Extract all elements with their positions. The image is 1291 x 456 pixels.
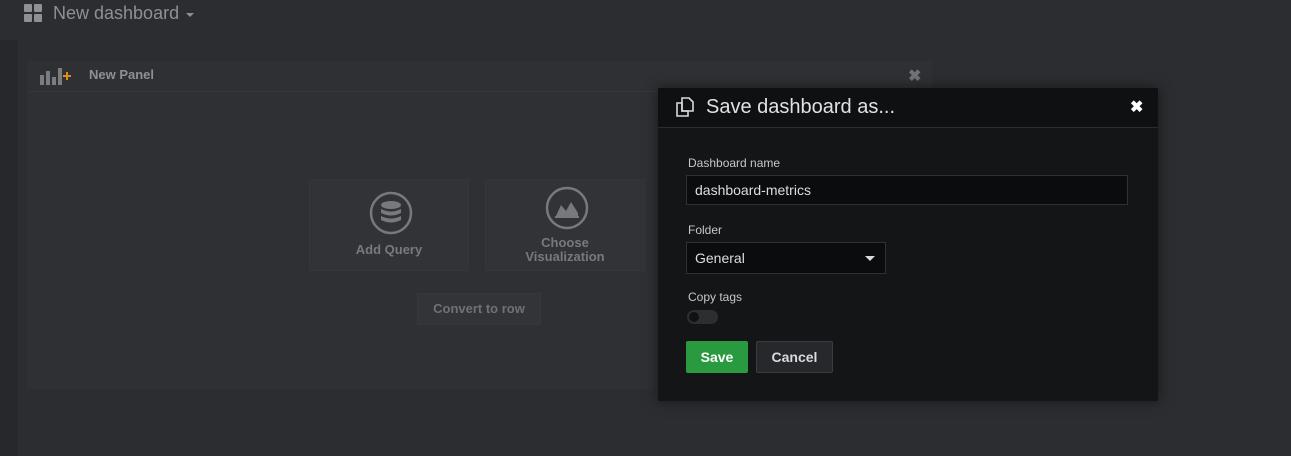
panel-title[interactable]: New Panel — [89, 67, 154, 82]
choose-visualization-label-line1: Choose — [541, 235, 589, 250]
copy-tags-label: Copy tags — [688, 290, 743, 304]
left-edge — [0, 0, 18, 456]
panel-add-icon — [40, 68, 71, 85]
copy-icon — [676, 97, 694, 117]
convert-to-row-button[interactable]: Convert to row — [417, 293, 541, 325]
add-query-button[interactable]: Add Query — [309, 179, 469, 271]
dashboard-name-label: Dashboard name — [688, 156, 781, 170]
choose-visualization-button[interactable]: Choose Visualization — [485, 179, 645, 271]
cancel-button[interactable]: Cancel — [756, 341, 833, 373]
toggle-knob — [689, 312, 699, 322]
modal-title: Save dashboard as... — [706, 96, 896, 118]
modal-close-icon[interactable]: ✖ — [1130, 97, 1143, 117]
save-dashboard-modal: Save dashboard as... ✖ Dashboard name Fo… — [658, 88, 1158, 401]
save-button[interactable]: Save — [686, 341, 748, 373]
choose-visualization-label-line2: Visualization — [525, 249, 605, 264]
modal-header: Save dashboard as... ✖ — [658, 88, 1158, 128]
copy-tags-toggle[interactable] — [687, 310, 718, 324]
dashboard-page: New dashboard New Panel ✖ Add Query Choo… — [0, 0, 1291, 456]
folder-select-value: General — [695, 250, 745, 266]
area-chart-icon — [545, 186, 589, 230]
dashboard-grid-icon[interactable] — [24, 4, 43, 23]
caret-down-icon — [865, 256, 875, 261]
panel-close-icon[interactable]: ✖ — [908, 66, 921, 86]
top-navbar: New dashboard — [0, 0, 1291, 40]
caret-down-icon[interactable] — [186, 13, 194, 17]
dashboard-name-input[interactable] — [686, 175, 1128, 205]
dashboard-title[interactable]: New dashboard — [53, 3, 179, 24]
add-query-label: Add Query — [355, 242, 423, 257]
database-icon — [369, 191, 413, 235]
folder-label: Folder — [688, 223, 723, 237]
folder-select[interactable]: General — [686, 242, 886, 274]
